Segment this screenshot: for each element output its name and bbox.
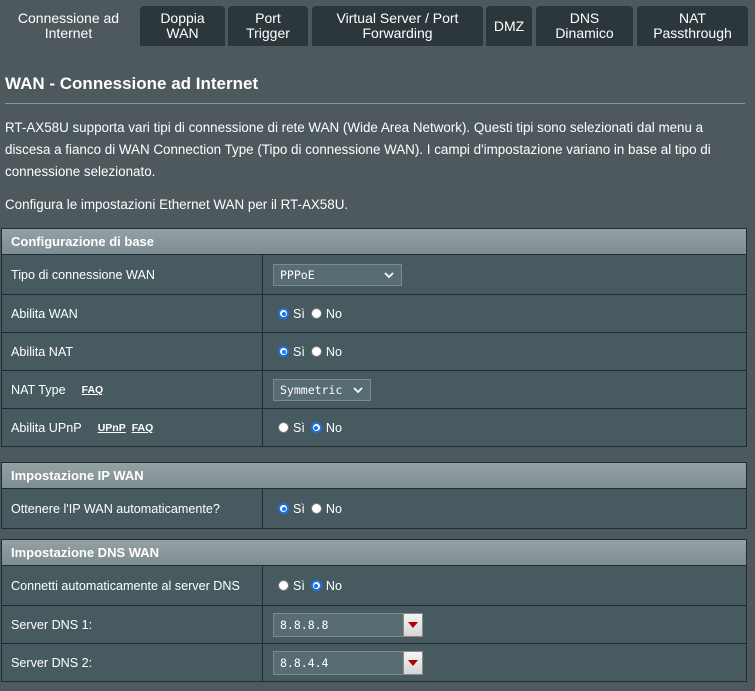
tab-label: DMZ (493, 17, 525, 34)
select-value: Symmetric (280, 382, 343, 397)
dns2-input[interactable]: 8.8.4.4 (273, 650, 403, 675)
row-label: Abilita NAT (2, 333, 263, 370)
row-label: Ottenere l'IP WAN automaticamente? (2, 489, 263, 528)
upnp-faq-link[interactable]: FAQ (132, 422, 154, 434)
radio-label: No (325, 578, 343, 593)
nat-type-select[interactable]: Symmetric (273, 378, 371, 401)
radio-label: No (325, 420, 343, 435)
chevron-down-icon (384, 271, 394, 278)
tab-label: Connessione ad Internet (17, 10, 120, 41)
auto-ip-radios: Sì No (278, 502, 348, 516)
radio-label: No (325, 501, 343, 516)
dns1-input[interactable]: 8.8.8.8 (273, 612, 403, 637)
section-header: Impostazione IP WAN (2, 463, 746, 489)
enable-upnp-no-radio[interactable] (310, 422, 322, 433)
tab-label: Virtual Server / Port Forwarding (336, 10, 459, 41)
enable-wan-row: Abilita WAN Sì No (2, 294, 746, 332)
radio-label: Sì (293, 306, 305, 321)
row-label: Connetti automaticamente al server DNS (2, 566, 263, 605)
dns2-dropdown-button[interactable] (403, 650, 423, 675)
enable-upnp-row: Abilita UPnP UPnP FAQ Sì No (2, 408, 746, 446)
auto-ip-row: Ottenere l'IP WAN automaticamente? Sì No (2, 489, 746, 528)
section-header: Configurazione di base (2, 229, 746, 255)
enable-nat-yes-radio[interactable] (278, 346, 289, 357)
auto-dns-yes-radio[interactable] (278, 580, 289, 591)
nat-type-faq-link[interactable]: FAQ (82, 384, 104, 396)
wan-dns-table: Impostazione DNS WAN Connetti automatica… (1, 539, 747, 682)
tab-dmz[interactable]: DMZ (486, 6, 532, 46)
triangle-down-icon (408, 659, 418, 666)
tab-dual-wan[interactable]: Doppia WAN (140, 6, 225, 46)
dns1-combo: 8.8.8.8 (273, 612, 423, 637)
radio-label: Sì (293, 578, 305, 593)
enable-wan-no-radio[interactable] (310, 308, 322, 319)
page-title: WAN - Connessione ad Internet (5, 74, 259, 93)
row-label: Abilita UPnP (11, 420, 82, 435)
enable-upnp-yes-radio[interactable] (278, 422, 289, 433)
tab-port-trigger[interactable]: Port Trigger (228, 6, 308, 46)
select-value: PPPoE (280, 267, 315, 282)
radio-label: Sì (293, 501, 305, 516)
row-label: Server DNS 1: (2, 606, 263, 643)
wan-ip-table: Impostazione IP WAN Ottenere l'IP WAN au… (1, 462, 747, 529)
nat-type-row: NAT Type FAQ Symmetric (2, 370, 746, 408)
radio-label: No (325, 344, 343, 359)
triangle-down-icon (408, 621, 418, 628)
auto-dns-radios: Sì No (278, 579, 348, 593)
tab-label: NAT Passthrough (653, 10, 732, 41)
section-header: Impostazione DNS WAN (2, 540, 746, 566)
title-divider (5, 103, 745, 104)
row-label: Tipo di connessione WAN (2, 255, 263, 294)
enable-wan-yes-radio[interactable] (278, 308, 289, 319)
enable-nat-no-radio[interactable] (310, 346, 322, 357)
dns2-row: Server DNS 2: 8.8.4.4 (2, 643, 746, 681)
row-label: Abilita WAN (2, 295, 263, 332)
enable-wan-radios: Sì No (278, 307, 348, 321)
tab-nat-passthrough[interactable]: NAT Passthrough (637, 6, 748, 46)
auto-ip-no-radio[interactable] (310, 503, 322, 514)
wan-type-select[interactable]: PPPoE (273, 263, 402, 286)
wan-type-row: Tipo di connessione WAN PPPoE (2, 255, 746, 294)
radio-label: Sì (293, 420, 305, 435)
auto-dns-no-radio[interactable] (310, 580, 322, 591)
tab-virtual-server[interactable]: Virtual Server / Port Forwarding (312, 6, 483, 46)
auto-dns-row: Connetti automaticamente al server DNS S… (2, 566, 746, 605)
row-label: Server DNS 2: (2, 644, 263, 681)
tab-ddns[interactable]: DNS Dinamico (536, 6, 633, 46)
dns1-row: Server DNS 1: 8.8.8.8 (2, 605, 746, 643)
basic-config-table: Configurazione di base Tipo di connessio… (1, 228, 747, 447)
radio-label: Sì (293, 344, 305, 359)
chevron-down-icon (353, 386, 363, 393)
page-description: RT-AX58U supporta vari tipi di connessio… (5, 120, 711, 179)
enable-nat-row: Abilita NAT Sì No (2, 332, 746, 370)
dns2-combo: 8.8.4.4 (273, 650, 423, 675)
tab-bar: Connessione ad Internet Doppia WAN Port … (0, 0, 755, 46)
dns1-dropdown-button[interactable] (403, 612, 423, 637)
tab-label: Port Trigger (246, 10, 290, 41)
upnp-link[interactable]: UPnP (98, 422, 126, 434)
auto-ip-yes-radio[interactable] (278, 503, 289, 514)
row-label: NAT Type (11, 382, 66, 397)
enable-nat-radios: Sì No (278, 345, 348, 359)
enable-upnp-radios: Sì No (278, 421, 348, 435)
page-subdescription: Configura le impostazioni Ethernet WAN p… (5, 197, 349, 212)
tab-label: DNS Dinamico (555, 10, 614, 41)
tab-label: Doppia WAN (160, 10, 205, 41)
tab-internet-connection[interactable]: Connessione ad Internet (0, 6, 137, 46)
radio-label: No (325, 306, 343, 321)
